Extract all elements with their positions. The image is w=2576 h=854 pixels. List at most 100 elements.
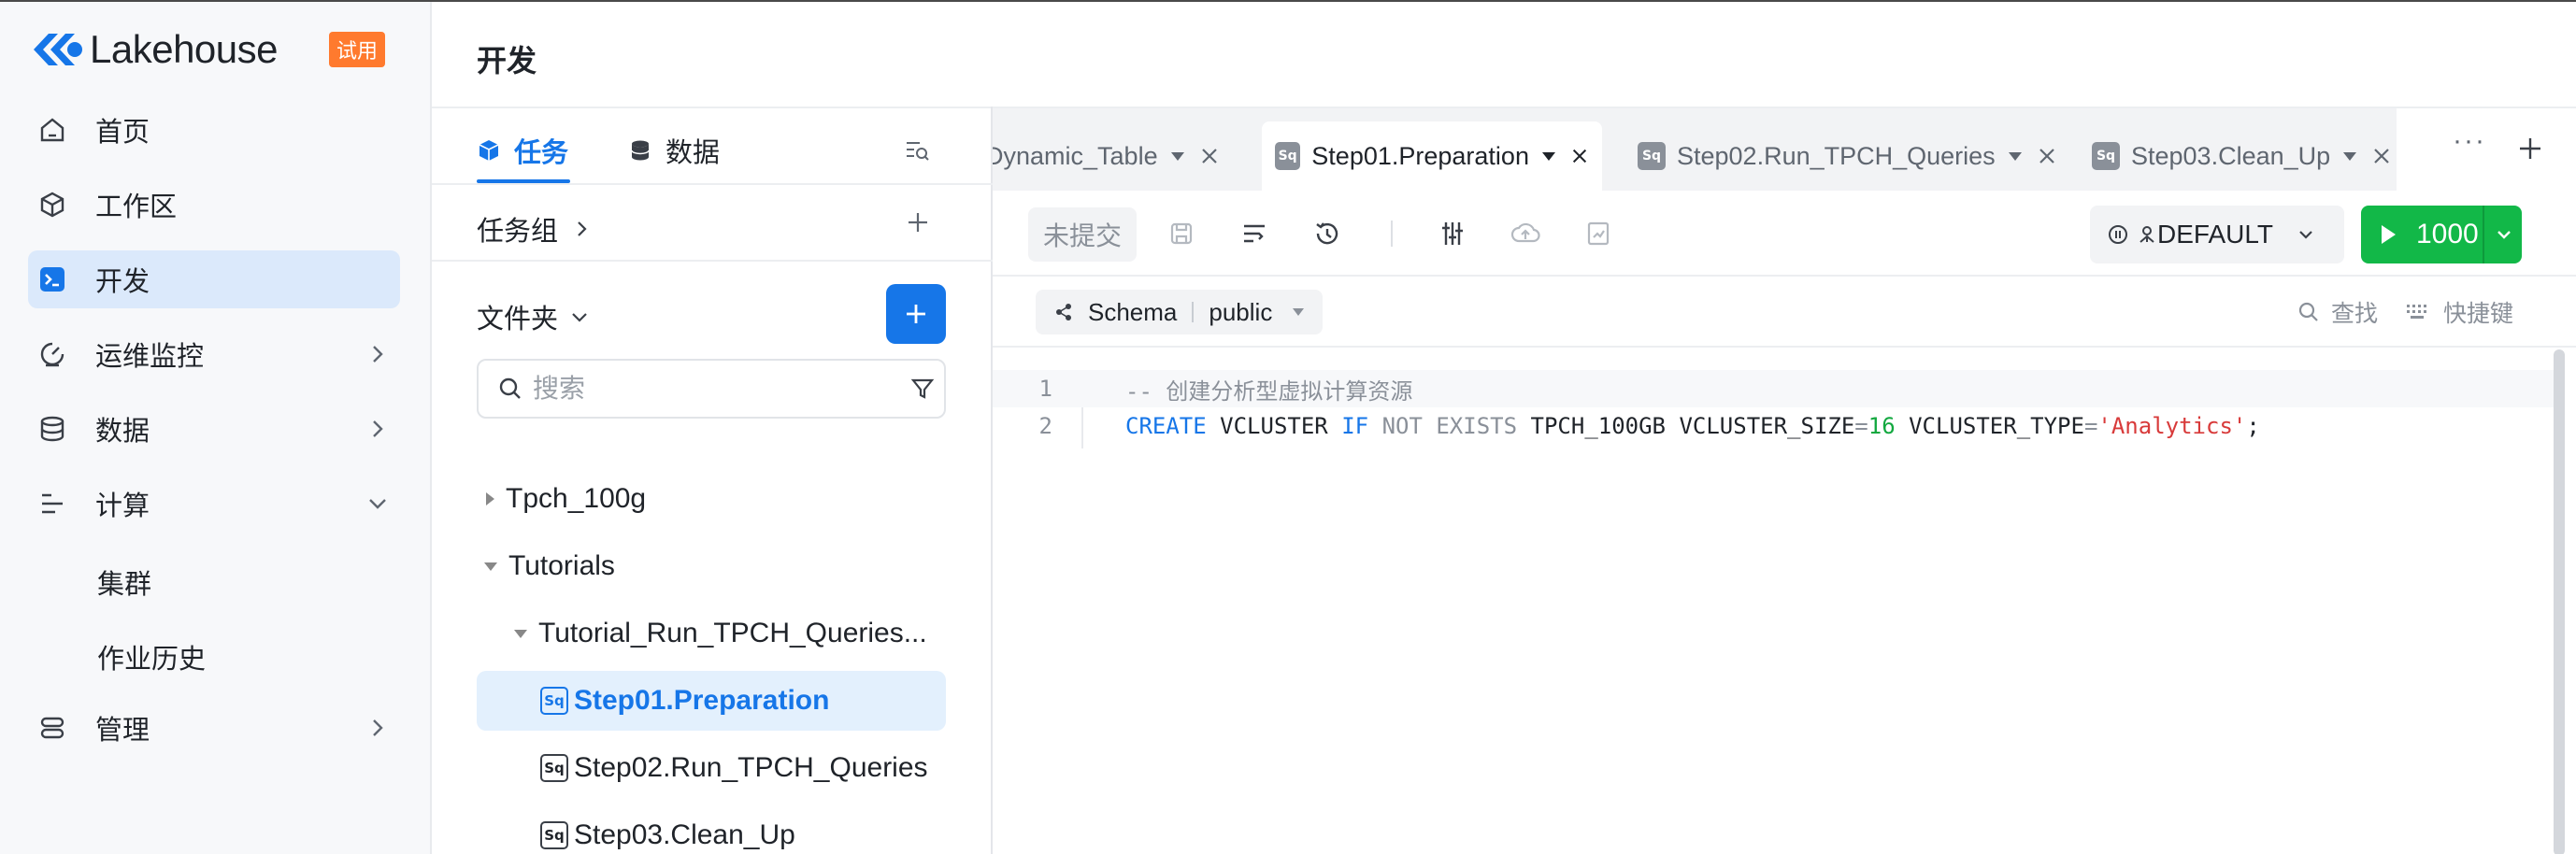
line-number: 2 (1038, 413, 1052, 439)
new-tab-icon[interactable] (2516, 135, 2544, 163)
run-button[interactable]: 1000 (2361, 206, 2522, 263)
schema-selector[interactable]: Schema public (1036, 290, 1324, 334)
task-group-toggle[interactable]: 任务组 (477, 209, 592, 249)
close-icon[interactable] (1199, 146, 1220, 166)
chevron-right-icon (373, 719, 383, 736)
plus-icon (907, 305, 925, 323)
database-icon (631, 140, 650, 161)
search-input[interactable] (533, 374, 888, 404)
chevron-down-icon[interactable] (2494, 224, 2514, 245)
tree-folder-tpch-100g[interactable]: Tpch_100g (477, 469, 946, 529)
sql-file-icon: Sq (540, 754, 568, 782)
find-button[interactable]: 查找 (2297, 295, 2378, 329)
more-tabs-button[interactable]: ··· (2453, 125, 2486, 157)
sql-keyword: NOT EXISTS (1381, 413, 1518, 439)
code-text: CREATE VCLUSTER IF NOT EXISTS TPCH_100GB… (1125, 413, 2260, 439)
cluster-selector[interactable]: DEFAULT (2090, 206, 2344, 263)
caret-down-icon (1293, 308, 1305, 316)
nav-item-workspace[interactable]: 工作区 (28, 176, 400, 234)
editor-tab-step03[interactable]: Sq Step03.Clean_Up (2079, 121, 2405, 191)
chevron-down-icon (572, 313, 587, 322)
code-editor[interactable]: 1 -- 创建分析型虚拟计算资源 2 CREATE VCLUSTER IF NO… (993, 349, 2554, 854)
play-icon (2382, 225, 2396, 244)
sql-identifier: VCLUSTER (1220, 413, 1328, 439)
nav-sub-item-cluster[interactable]: 集群 (97, 562, 151, 602)
sql-string: 'Analytics' (2097, 413, 2247, 439)
save-icon[interactable] (1166, 219, 1196, 249)
history-icon[interactable] (1312, 219, 1342, 249)
divider (432, 260, 993, 262)
nav-item-home[interactable]: 首页 (28, 101, 400, 159)
folder-toggle[interactable]: 文件夹 (477, 297, 590, 336)
tree-file-step01[interactable]: Sq Step01.Preparation (477, 671, 946, 731)
tree-label: Tutorial_Run_TPCH_Queries... (538, 618, 927, 648)
editor-tab-dynamic-table[interactable]: Dynamic_Table (993, 121, 1233, 191)
caret-down-icon (484, 562, 497, 571)
tree-folder-tutorial-run-tpch[interactable]: Tutorial_Run_TPCH_Queries... (477, 604, 946, 663)
commit-status-badge: 未提交 (1028, 207, 1138, 262)
sql-identifier: TPCH_100GB VCLUSTER_SIZE (1530, 413, 1855, 439)
editor-tab-step01[interactable]: Sq Step01.Preparation (1262, 121, 1602, 191)
tree-label: Tpch_100g (506, 483, 647, 514)
cube-icon (37, 190, 67, 220)
publish-icon[interactable] (1583, 219, 1613, 249)
schema-icon (1056, 304, 1071, 320)
sql-operator: = (1854, 413, 1868, 439)
nav-item-compute[interactable]: 计算 (28, 475, 400, 533)
terminal-icon (37, 264, 67, 294)
tree-file-step03[interactable]: Sq Step03.Clean_Up (477, 805, 946, 854)
toolbar-divider (1391, 221, 1393, 247)
sql-terminator: ; (2246, 413, 2260, 439)
close-icon[interactable] (2037, 146, 2057, 166)
nav-item-ops-monitor[interactable]: 运维监控 (28, 325, 400, 383)
tree-folder-tutorials[interactable]: Tutorials (477, 536, 946, 596)
close-icon[interactable] (1570, 146, 1589, 166)
tab-data[interactable]: 数据 (628, 131, 720, 170)
tree-file-step02[interactable]: Sq Step02.Run_TPCH_Queries (477, 738, 946, 798)
tree-label: Step03.Clean_Up (574, 819, 795, 850)
nav-label: 首页 (95, 118, 150, 148)
add-file-button[interactable] (886, 284, 946, 344)
code-line[interactable]: 2 CREATE VCLUSTER IF NOT EXISTS TPCH_100… (993, 407, 2554, 445)
code-line[interactable]: 1 -- 创建分析型虚拟计算资源 (993, 370, 2554, 407)
caret-down-icon[interactable] (1541, 151, 1555, 161)
divider (1192, 302, 1195, 322)
tab-label: Step02.Run_TPCH_Queries (1677, 141, 1996, 170)
manage-icon (37, 713, 67, 743)
editor-scrollbar[interactable] (2554, 349, 2565, 854)
search-list-icon[interactable] (903, 136, 931, 164)
tab-tasks[interactable]: 任务 (477, 131, 568, 170)
find-label: 查找 (2331, 301, 2379, 327)
format-icon[interactable] (1239, 219, 1269, 249)
tree-label: Step02.Run_TPCH_Queries (574, 752, 928, 783)
caret-down-icon[interactable] (2343, 151, 2357, 161)
nav-item-manage[interactable]: 管理 (28, 699, 400, 757)
nav-item-develop[interactable]: 开发 (28, 250, 400, 308)
editor-tab-step02[interactable]: Sq Step02.Run_TPCH_Queries (1624, 121, 2070, 191)
schema-value: public (1209, 297, 1273, 326)
filter-icon[interactable] (910, 377, 935, 401)
upload-cloud-icon[interactable] (1510, 219, 1540, 249)
shortcuts-button[interactable]: 快捷键 (2406, 295, 2513, 329)
schema-label: Schema (1088, 297, 1178, 326)
editor-toolbar: 未提交 DEFAULT 1000 (993, 191, 2576, 277)
sql-operator: = (2083, 413, 2098, 439)
nav-sub-item-job-history[interactable]: 作业历史 (97, 637, 206, 676)
add-task-group-icon[interactable] (903, 207, 933, 237)
params-icon[interactable] (1438, 219, 1467, 249)
tab-label: Dynamic_Table (993, 141, 1158, 170)
tab-label: Step01.Preparation (1311, 141, 1529, 170)
sql-identifier: VCLUSTER_TYPE (1909, 413, 2084, 439)
task-group-label: 任务组 (477, 217, 559, 247)
nav-item-data[interactable]: 数据 (28, 400, 400, 458)
close-icon[interactable] (2371, 146, 2392, 166)
pause-circle-icon (2109, 225, 2127, 244)
caret-down-icon[interactable] (1170, 151, 1184, 161)
caret-down-icon[interactable] (2008, 151, 2022, 161)
app-logo[interactable]: Lakehouse (30, 26, 279, 73)
sql-keyword: CREATE (1125, 413, 1207, 439)
chevron-down-icon (2299, 231, 2312, 239)
tree-label: Tutorials (508, 550, 615, 581)
editor-tab-bar: Dynamic_Table Sq Step01.Preparation Sq S… (993, 108, 2576, 191)
schema-bar: Schema public 查找 快捷键 (993, 277, 2576, 348)
